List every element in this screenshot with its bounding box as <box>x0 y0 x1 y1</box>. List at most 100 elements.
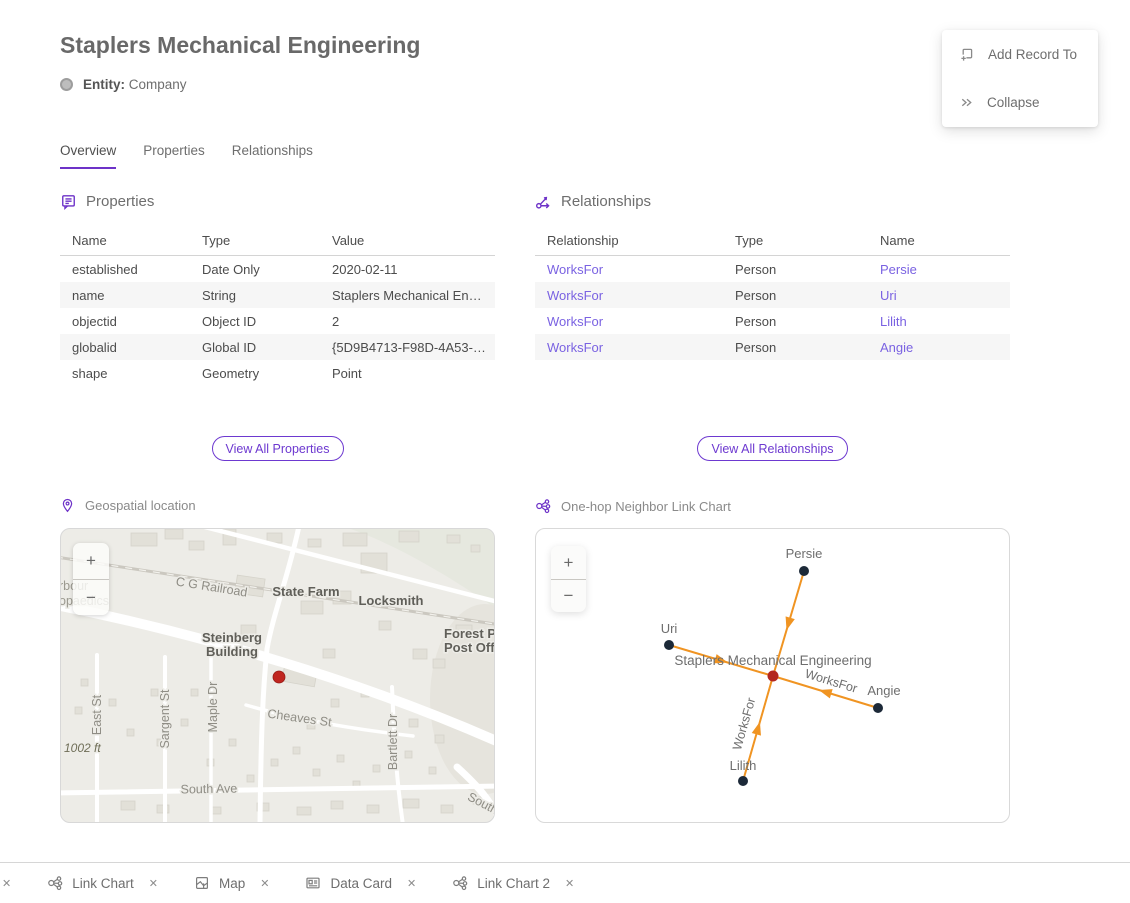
map-canvas[interactable]: rbour opaedics C G Railroad East St Sarg… <box>61 529 494 822</box>
link-chart-node[interactable] <box>768 671 779 682</box>
entity-value: Company <box>129 77 187 92</box>
link-chart-node-label: Uri <box>661 621 678 636</box>
close-icon[interactable]: ✕ <box>2 877 11 890</box>
svg-text:State Farm: State Farm <box>272 584 339 599</box>
zoom-out-button[interactable]: − <box>551 580 586 613</box>
properties-table: Name Type Value established Date Only 20… <box>60 226 495 386</box>
zoom-in-button[interactable]: + <box>73 543 109 579</box>
svg-text:South Ave: South Ave <box>180 782 237 797</box>
collapse-icon <box>959 95 974 110</box>
svg-text:Building: Building <box>206 644 258 659</box>
tab-properties[interactable]: Properties <box>143 143 205 169</box>
entity-type-dot-icon <box>60 78 73 91</box>
properties-header: Properties <box>60 190 495 212</box>
menu-item-add-record-to[interactable]: Add Record To <box>942 30 1098 78</box>
table-row: WorksFor Person Lilith <box>535 308 1010 334</box>
geospatial-map[interactable]: rbour opaedics C G Railroad East St Sarg… <box>60 528 495 823</box>
relationship-link[interactable]: WorksFor <box>535 340 735 355</box>
view-tabs-bar: ✕ Link Chart ✕ Map ✕ <box>0 862 1130 903</box>
link-chart-node[interactable] <box>664 640 674 650</box>
link-chart-node[interactable] <box>873 703 883 713</box>
page-title: Staplers Mechanical Engineering <box>60 32 420 59</box>
geospatial-header: Geospatial location <box>60 498 196 513</box>
table-row: name String Staplers Mechanical Eng… <box>60 282 495 308</box>
one-hop-link-chart[interactable]: WorksForWorksForStaplers Mechanical Engi… <box>535 528 1010 823</box>
column-header: Name <box>60 233 202 248</box>
section-title: Relationships <box>561 193 651 210</box>
one-hop-header: One-hop Neighbor Link Chart <box>535 498 731 514</box>
svg-text:Bartlett Dr: Bartlett Dr <box>386 714 400 770</box>
location-marker[interactable] <box>273 671 285 683</box>
entity-link[interactable]: Lilith <box>880 314 1010 329</box>
link-chart-icon <box>535 498 551 514</box>
link-chart-node[interactable] <box>799 566 809 576</box>
view-tab-link-chart-2[interactable]: Link Chart 2 ✕ <box>452 875 574 891</box>
view-tab-link-chart[interactable]: Link Chart ✕ <box>47 875 158 891</box>
close-icon[interactable]: ✕ <box>260 877 269 890</box>
link-chart-edge-arrow <box>782 616 795 631</box>
tab-overview[interactable]: Overview <box>60 143 116 169</box>
svg-text:Locksmith: Locksmith <box>358 593 423 608</box>
relationship-link[interactable]: WorksFor <box>535 262 735 277</box>
column-header: Relationship <box>535 233 735 248</box>
add-record-icon <box>959 46 975 62</box>
view-all-properties-button[interactable]: View All Properties <box>212 436 344 461</box>
table-row: WorksFor Person Persie <box>535 256 1010 282</box>
view-tab-label: Data Card <box>330 876 392 891</box>
column-header: Value <box>332 233 495 248</box>
link-chart-icon <box>452 875 468 891</box>
table-row: WorksFor Person Uri <box>535 282 1010 308</box>
entity-link[interactable]: Angie <box>880 340 1010 355</box>
link-chart-node-label: Angie <box>867 683 900 698</box>
context-menu: Add Record To Collapse <box>942 30 1098 127</box>
close-icon[interactable]: ✕ <box>149 877 158 890</box>
section-title: One-hop Neighbor Link Chart <box>561 499 731 514</box>
entity-label: Entity: <box>83 77 125 92</box>
menu-item-collapse[interactable]: Collapse <box>942 78 1098 126</box>
view-all-relationships-button[interactable]: View All Relationships <box>697 436 847 461</box>
svg-text:Maple Dr: Maple Dr <box>206 682 220 733</box>
table-row: established Date Only 2020-02-11 <box>60 256 495 282</box>
properties-icon <box>60 193 77 210</box>
map-pin-icon <box>60 498 75 513</box>
entity-link[interactable]: Persie <box>880 262 1010 277</box>
link-chart-zoom-control: + − <box>551 546 586 612</box>
data-card-page: Staplers Mechanical Engineering Entity: … <box>0 0 1130 903</box>
zoom-out-button[interactable]: − <box>73 580 109 616</box>
view-tab-map[interactable]: Map ✕ <box>194 875 269 891</box>
zoom-in-button[interactable]: + <box>551 546 586 579</box>
tab-relationships[interactable]: Relationships <box>232 143 313 169</box>
link-chart-edge-arrow <box>752 720 765 735</box>
column-header: Type <box>202 233 332 248</box>
link-chart-canvas[interactable]: WorksForWorksForStaplers Mechanical Engi… <box>536 529 1009 822</box>
close-icon[interactable]: ✕ <box>565 877 574 890</box>
map-icon <box>194 875 210 891</box>
svg-text:East St: East St <box>90 694 104 735</box>
table-header-row: Name Type Value <box>60 226 495 256</box>
relationship-link[interactable]: WorksFor <box>535 288 735 303</box>
menu-item-label: Collapse <box>987 95 1040 110</box>
close-icon[interactable]: ✕ <box>407 877 416 890</box>
link-chart-icon <box>47 875 63 891</box>
table-row: shape Geometry Point <box>60 360 495 386</box>
view-tab-label: Link Chart <box>72 876 134 891</box>
svg-text:Steinberg: Steinberg <box>202 630 262 645</box>
entity-link[interactable]: Uri <box>880 288 1010 303</box>
relationships-section: Relationships Relationship Type Name Wor… <box>535 190 1010 480</box>
properties-section: Properties Name Type Value established D… <box>60 190 495 480</box>
column-header: Type <box>735 233 880 248</box>
table-row: objectid Object ID 2 <box>60 308 495 334</box>
link-chart-node-label: Staplers Mechanical Engineering <box>674 653 871 668</box>
data-card-icon <box>305 875 321 891</box>
section-title: Geospatial location <box>85 498 196 513</box>
table-header-row: Relationship Type Name <box>535 226 1010 256</box>
relationships-header: Relationships <box>535 190 1010 212</box>
svg-text:Sargent St: Sargent St <box>158 689 172 749</box>
link-chart-node[interactable] <box>738 776 748 786</box>
map-zoom-control: + − <box>73 543 109 615</box>
svg-text:South: South <box>465 790 494 818</box>
relationship-link[interactable]: WorksFor <box>535 314 735 329</box>
view-tab-data-card[interactable]: Data Card ✕ <box>305 875 416 891</box>
view-tab-label: Link Chart 2 <box>477 876 550 891</box>
map-scale-label: 1002 ft <box>64 741 101 755</box>
